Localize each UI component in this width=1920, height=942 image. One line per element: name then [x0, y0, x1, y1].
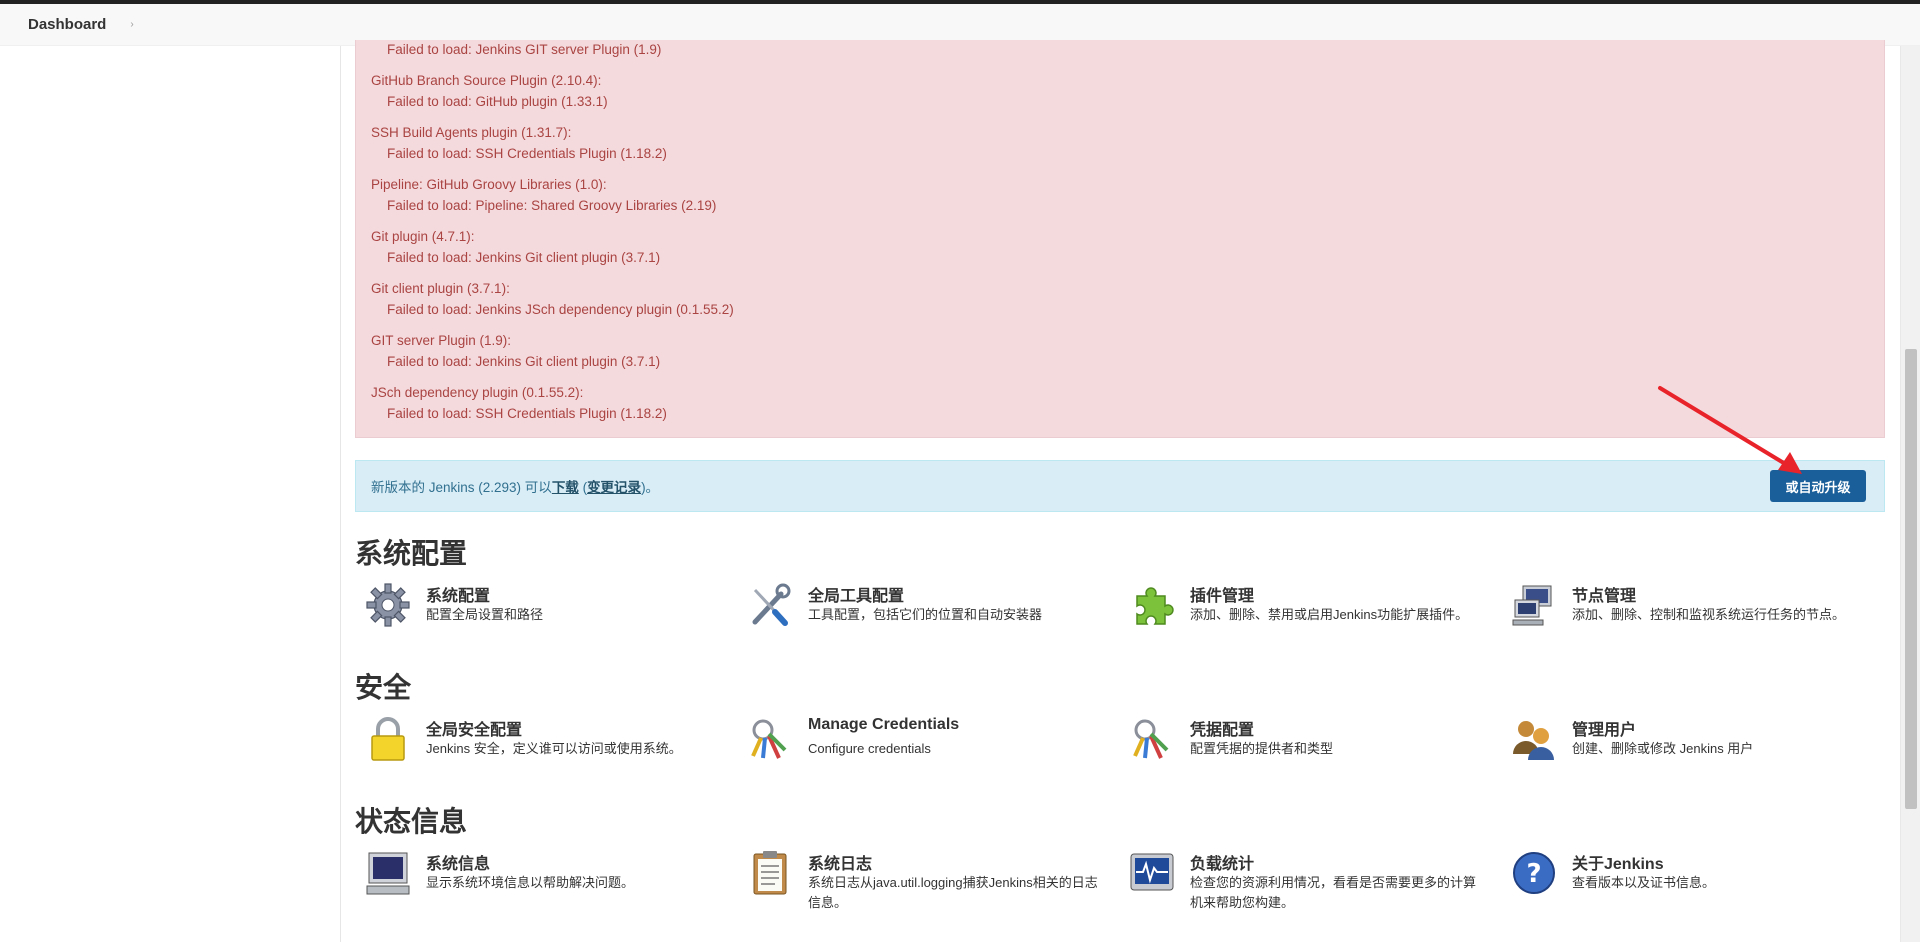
management-link-description: 创建、删除或修改 Jenkins 用户 [1572, 741, 1754, 756]
clipboard-icon[interactable] [745, 848, 795, 898]
gear-icon[interactable] [363, 580, 413, 630]
management-link-title[interactable]: 凭据配置 [1190, 716, 1254, 740]
load-monitor-icon[interactable] [1127, 848, 1177, 898]
update-message: 新版本的 Jenkins (2.293) 可以下载 (变更记录)。 [371, 480, 660, 495]
download-link[interactable]: 下载 [552, 480, 579, 495]
management-link[interactable]: ? 关于Jenkins 查看版本以及证书信息。 [1501, 848, 1861, 918]
management-link[interactable]: Manage Credentials Configure credentials [737, 714, 1097, 784]
vertical-scrollbar[interactable] [1900, 46, 1920, 942]
error-plugin-heading: Pipeline: GitHub Groovy Libraries (1.0): [371, 177, 607, 192]
management-link[interactable]: 全局工具配置 工具配置，包括它们的位置和自动安装器 [737, 580, 1097, 650]
breadcrumb-arrow-icon[interactable]: › [130, 19, 133, 30]
management-link-title[interactable]: 系统信息 [426, 850, 490, 874]
management-link-title[interactable]: 管理用户 [1572, 716, 1636, 740]
management-link[interactable]: 全局安全配置 Jenkins 安全，定义谁可以访问或使用系统。 [355, 714, 715, 784]
management-link[interactable]: 管理用户 创建、删除或修改 Jenkins 用户 [1501, 714, 1861, 784]
management-link-description: 检查您的资源利用情况，看看是否需要更多的计算机来帮助您构建。 [1190, 875, 1477, 910]
error-plugin-heading: Git client plugin (3.7.1): [371, 281, 510, 296]
management-link[interactable]: 插件管理 添加、删除、禁用或启用Jenkins功能扩展插件。 [1119, 580, 1479, 650]
management-link-title[interactable]: 全局工具配置 [808, 582, 904, 606]
error-plugin-heading: JSch dependency plugin (0.1.55.2): [371, 385, 584, 400]
management-link[interactable]: 系统日志 系统日志从java.util.logging捕获Jenkins相关的日志… [737, 848, 1098, 918]
section-title: 安全 [355, 672, 412, 703]
management-link-title[interactable]: 系统日志 [808, 850, 872, 874]
svg-text:?: ? [1526, 859, 1541, 889]
management-link-title[interactable]: 关于Jenkins [1572, 850, 1664, 874]
keys-icon[interactable] [1127, 714, 1177, 764]
management-link-title[interactable]: 负载统计 [1190, 850, 1254, 874]
error-plugin-heading: GitHub Branch Source Plugin (2.10.4): [371, 73, 602, 88]
management-link[interactable]: 系统信息 显示系统环境信息以帮助解决问题。 [355, 848, 715, 918]
monitor-icon[interactable] [363, 848, 413, 898]
error-failed-detail: Failed to load: SSH Credentials Plugin (… [387, 146, 667, 161]
error-failed-detail: Failed to load: Jenkins Git client plugi… [387, 250, 661, 265]
management-link-description: 显示系统环境信息以帮助解决问题。 [426, 875, 635, 890]
management-link-description: 添加、删除、禁用或启用Jenkins功能扩展插件。 [1190, 607, 1469, 622]
management-link[interactable]: 负载统计 检查您的资源利用情况，看看是否需要更多的计算机来帮助您构建。 [1119, 848, 1479, 918]
error-plugin-heading: Git plugin (4.7.1): [371, 229, 475, 244]
management-link-description: 配置全局设置和路径 [426, 607, 544, 622]
management-link-title[interactable]: 节点管理 [1572, 582, 1636, 606]
scrollbar-thumb[interactable] [1905, 349, 1917, 809]
management-link-description: 查看版本以及证书信息。 [1572, 875, 1716, 890]
management-link-description: Configure credentials [808, 741, 931, 756]
error-plugin-heading: GIT server Plugin (1.9): [371, 333, 512, 348]
management-link-description: 工具配置，包括它们的位置和自动安装器 [808, 607, 1043, 622]
error-failed-detail: Failed to load: Jenkins JSch dependency … [387, 302, 734, 317]
error-failed-detail: Failed to load: Pipeline: Shared Groovy … [387, 198, 717, 213]
puzzle-icon[interactable] [1127, 580, 1177, 630]
error-failed-detail: Failed to load: Jenkins Git client plugi… [387, 354, 661, 369]
management-link-description: 配置凭据的提供者和类型 [1190, 741, 1334, 756]
breadcrumb-dashboard[interactable]: Dashboard [28, 16, 106, 33]
management-link[interactable]: 系统配置 配置全局设置和路径 [355, 580, 715, 650]
section-title: 系统配置 [355, 538, 468, 569]
error-failed-detail: Failed to load: SSH Credentials Plugin (… [387, 406, 667, 421]
help-icon[interactable]: ? [1509, 848, 1559, 898]
management-link[interactable]: 凭据配置 配置凭据的提供者和类型 [1119, 714, 1479, 784]
management-link-description: 添加、删除、控制和监视系统运行任务的节点。 [1572, 607, 1846, 622]
management-link[interactable]: 节点管理 添加、删除、控制和监视系统运行任务的节点。 [1501, 580, 1861, 650]
lock-icon[interactable] [363, 714, 413, 764]
management-link-title[interactable]: 插件管理 [1190, 582, 1254, 606]
management-link-title[interactable]: 系统配置 [426, 582, 490, 606]
management-link-description: Jenkins 安全，定义谁可以访问或使用系统。 [426, 741, 682, 756]
plugin-error-alert: Failed to load: Jenkins GIT server Plugi… [355, 40, 1885, 438]
management-link-description: 系统日志从java.util.logging捕获Jenkins相关的日志信息。 [808, 875, 1098, 910]
management-link-title[interactable]: 全局安全配置 [426, 716, 522, 740]
red-arrow-annotation [1658, 386, 1802, 474]
section-title: 状态信息 [355, 806, 468, 837]
error-failed-detail: Failed to load: Jenkins GIT server Plugi… [387, 42, 662, 57]
tools-icon[interactable] [745, 580, 795, 630]
side-panel-divider [340, 46, 341, 942]
computer-network-icon[interactable] [1509, 580, 1559, 630]
users-icon[interactable] [1509, 714, 1559, 764]
error-failed-detail: Failed to load: GitHub plugin (1.33.1) [387, 94, 608, 109]
changelog-link[interactable]: 变更记录 [587, 480, 641, 495]
error-plugin-heading: SSH Build Agents plugin (1.31.7): [371, 125, 572, 140]
management-link-title[interactable]: Manage Credentials [808, 716, 959, 734]
keys-icon[interactable] [745, 714, 795, 764]
